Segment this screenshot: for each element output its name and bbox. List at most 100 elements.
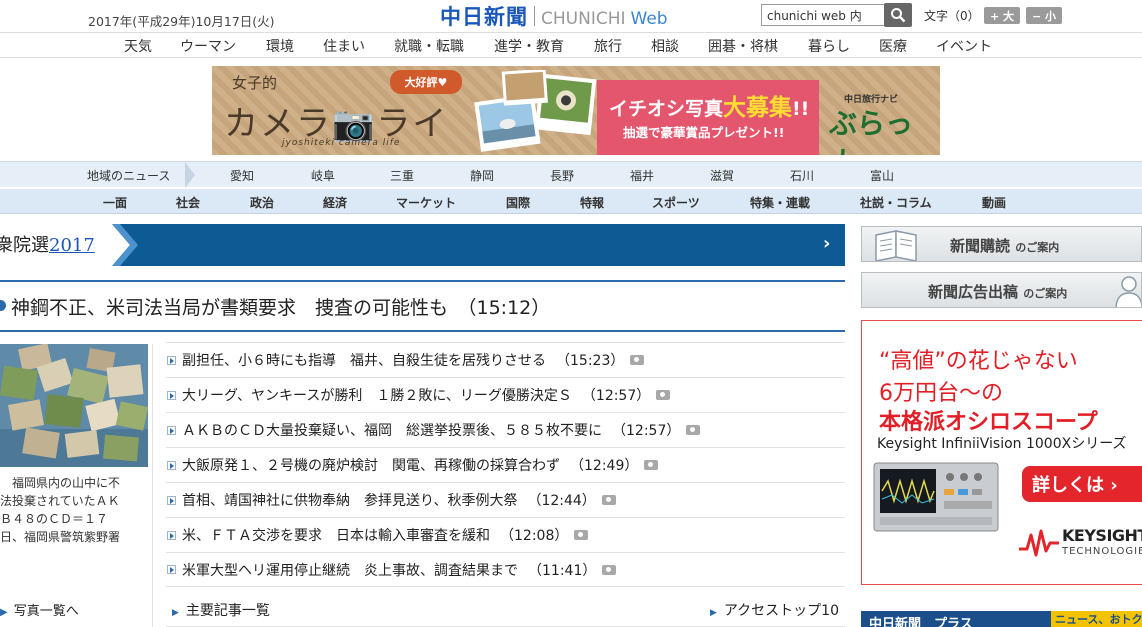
chunichi-plus-banner[interactable]: 中日新聞 プラス ニュース、おトク xyxy=(861,611,1142,627)
section-editorials[interactable]: 社説・コラム xyxy=(860,194,932,211)
genre-weather[interactable]: 天気 xyxy=(124,36,152,56)
election-title: 衆院選2017 xyxy=(0,231,95,257)
region-ishikawa[interactable]: 石川 xyxy=(790,167,814,184)
subscribe-main: 新聞購読 xyxy=(950,237,1011,255)
camera-life-banner[interactable]: 女子的 カメラ📷ライフ jyoshiteki camera life 大好評♥ … xyxy=(212,66,940,155)
section-politics[interactable]: 政治 xyxy=(250,194,274,211)
person-icon xyxy=(1115,276,1141,307)
region-toyama[interactable]: 富山 xyxy=(870,167,894,184)
top-headline[interactable]: 神鋼不正、米司法当局が書類要求 捜査の可能性も （15:12） xyxy=(0,280,845,332)
banner-subtitle: jyoshiteki camera life xyxy=(282,138,401,148)
election-year: 2017 xyxy=(49,235,95,256)
genre-events[interactable]: イベント xyxy=(936,36,992,56)
subscribe-small: のご案内 xyxy=(1015,241,1060,254)
region-nagano[interactable]: 長野 xyxy=(550,167,574,184)
logo-web: Web xyxy=(630,9,668,29)
arrow-right-icon: ▶ xyxy=(0,607,8,618)
genre-medical[interactable]: 医療 xyxy=(879,36,907,56)
logo-japanese: 中日新聞 xyxy=(440,4,528,29)
subscribe-label: 新聞購読 のご案内 xyxy=(950,235,1059,256)
region-fukui[interactable]: 福井 xyxy=(630,167,654,184)
banner-boshu: イチオシ写真大募集!! xyxy=(609,88,809,122)
region-nav: 地域のニュース 愛知 岐阜 三重 静岡 長野 福井 滋賀 石川 富山 xyxy=(0,161,1142,188)
list-item[interactable]: 米軍大型ヘリ運用停止継続 炎上事故、調査結果まで （11:41） xyxy=(166,552,845,587)
access-top10-link[interactable]: ▶ アクセストップ10 xyxy=(710,600,839,620)
genre-jobs[interactable]: 就職・転職 xyxy=(394,36,464,56)
list-item[interactable]: 大飯原発１、２号機の廃炉検討 関電、再稼働の採算合わず （12:49） xyxy=(166,447,845,482)
plus-tag: ニュース、おトク xyxy=(1051,611,1142,627)
ad-line-3: 本格派オシロスコープ xyxy=(879,410,1098,435)
genre-living[interactable]: 暮らし xyxy=(808,36,850,56)
genre-woman[interactable]: ウーマン xyxy=(180,36,236,56)
region-shizuoka[interactable]: 静岡 xyxy=(470,167,494,184)
news-title: 首相、靖国神社に供物奉納 参拝見送り、秋季例大祭 xyxy=(182,493,518,509)
font-smaller-button[interactable]: − 小 xyxy=(1026,7,1062,24)
section-front-page[interactable]: 一面 xyxy=(103,194,127,211)
region-nav-head: 地域のニュース xyxy=(0,162,190,187)
banner-joshi: 女子的 xyxy=(232,74,278,92)
genre-go-shogi[interactable]: 囲碁・将棋 xyxy=(708,36,778,56)
arrow-bullet-icon xyxy=(167,460,176,470)
keysight-logo-icon xyxy=(1019,529,1059,557)
subscribe-button[interactable]: 新聞購読 のご案内 xyxy=(861,226,1142,262)
search-input[interactable]: chunichi web 内 xyxy=(761,4,885,26)
banner-burra-logo: ぶらっ人 xyxy=(829,107,914,155)
news-title: 副担任、小６時にも指導 福井、自殺生徒を居残りさせる xyxy=(182,353,546,369)
arrow-bullet-icon xyxy=(167,530,176,540)
column-divider xyxy=(152,344,153,627)
section-market[interactable]: マーケット xyxy=(396,194,456,211)
list-item[interactable]: ＡＫＢのＣＤ大量投棄疑い、福岡 総選挙投票後、５８５枚不要に （12:57） xyxy=(166,412,845,447)
list-item[interactable]: 大リーグ、ヤンキースが勝利 １勝２敗に、リーグ優勝決定Ｓ （12:57） xyxy=(166,377,845,412)
region-aichi[interactable]: 愛知 xyxy=(230,167,254,184)
arrow-bullet-icon xyxy=(167,495,176,505)
photo-list-link[interactable]: ▶ 写真一覧へ xyxy=(0,600,79,619)
section-economy[interactable]: 経済 xyxy=(323,194,347,211)
genre-advice[interactable]: 相談 xyxy=(651,36,679,56)
section-society[interactable]: 社会 xyxy=(176,194,200,211)
list-item[interactable]: 副担任、小６時にも指導 福井、自殺生徒を居残りさせる （15:23） xyxy=(166,342,845,377)
section-tokuho[interactable]: 特報 xyxy=(580,194,604,211)
section-features[interactable]: 特集・連載 xyxy=(750,194,810,211)
search-icon xyxy=(891,8,906,23)
banner-badge: 大好評♥ xyxy=(390,70,462,94)
ad-model: Keysight InfiniiVision 1000Xシリーズ xyxy=(877,436,1127,452)
logo-divider xyxy=(534,6,535,26)
region-gifu[interactable]: 岐阜 xyxy=(311,167,335,184)
news-time: （12:57） xyxy=(581,388,651,404)
access-top10-label: アクセストップ10 xyxy=(723,603,839,619)
oscilloscope-image xyxy=(873,462,999,532)
news-title: 米、ＦＴＡ交渉を要求 日本は輸入車審査を緩和 xyxy=(182,528,490,544)
camera-icon xyxy=(630,355,645,365)
genre-environment[interactable]: 環境 xyxy=(266,36,294,56)
news-time: （12:08） xyxy=(500,528,569,544)
main-articles-label: 主要記事一覧 xyxy=(185,603,270,619)
news-time: （12:57） xyxy=(612,423,681,439)
news-list: 副担任、小６時にも指導 福井、自殺生徒を居残りさせる （15:23） 大リーグ、… xyxy=(166,342,845,587)
section-sports[interactable]: スポーツ xyxy=(652,194,700,211)
region-shiga[interactable]: 滋賀 xyxy=(710,167,734,184)
ad-brand-sub: TECHNOLOGIES xyxy=(1062,546,1142,557)
list-item[interactable]: 首相、靖国神社に供物奉納 参拝見送り、秋季例大祭 （12:44） xyxy=(166,482,845,517)
font-larger-button[interactable]: + 大 xyxy=(984,7,1020,24)
site-logo[interactable]: 中日新聞 CHUNICHI Web xyxy=(440,1,668,31)
election-banner[interactable]: 衆院選2017 › xyxy=(0,224,845,266)
advertise-button[interactable]: 新聞広告出稿 のご案内 xyxy=(861,272,1142,308)
keysight-ad[interactable]: “高値”の花じゃない 6万円台～の 本格派オシロスコープ Keysight In… xyxy=(861,320,1142,585)
region-mie[interactable]: 三重 xyxy=(390,167,414,184)
section-video[interactable]: 動画 xyxy=(982,194,1006,211)
banner-boshu-pre: イチオシ写真 xyxy=(609,98,724,120)
main-articles-link[interactable]: ▶ 主要記事一覧 xyxy=(172,600,270,620)
camera-icon xyxy=(644,460,659,470)
genre-housing[interactable]: 住まい xyxy=(323,36,365,56)
news-photo[interactable] xyxy=(0,344,148,467)
ad-details-button[interactable]: 詳しくは › xyxy=(1022,466,1142,502)
list-item[interactable]: 米、ＦＴＡ交渉を要求 日本は輸入車審査を緩和 （12:08） xyxy=(166,517,845,552)
news-title: 大飯原発１、２号機の廃炉検討 関電、再稼働の採算合わず xyxy=(182,458,560,474)
banner-photos xyxy=(474,70,597,152)
section-international[interactable]: 国際 xyxy=(506,194,530,211)
genre-education[interactable]: 進学・教育 xyxy=(494,36,564,56)
genre-travel[interactable]: 旅行 xyxy=(594,36,622,56)
region-arrow-icon xyxy=(185,162,195,188)
search-button[interactable] xyxy=(884,3,912,27)
camera-icon xyxy=(601,495,616,505)
